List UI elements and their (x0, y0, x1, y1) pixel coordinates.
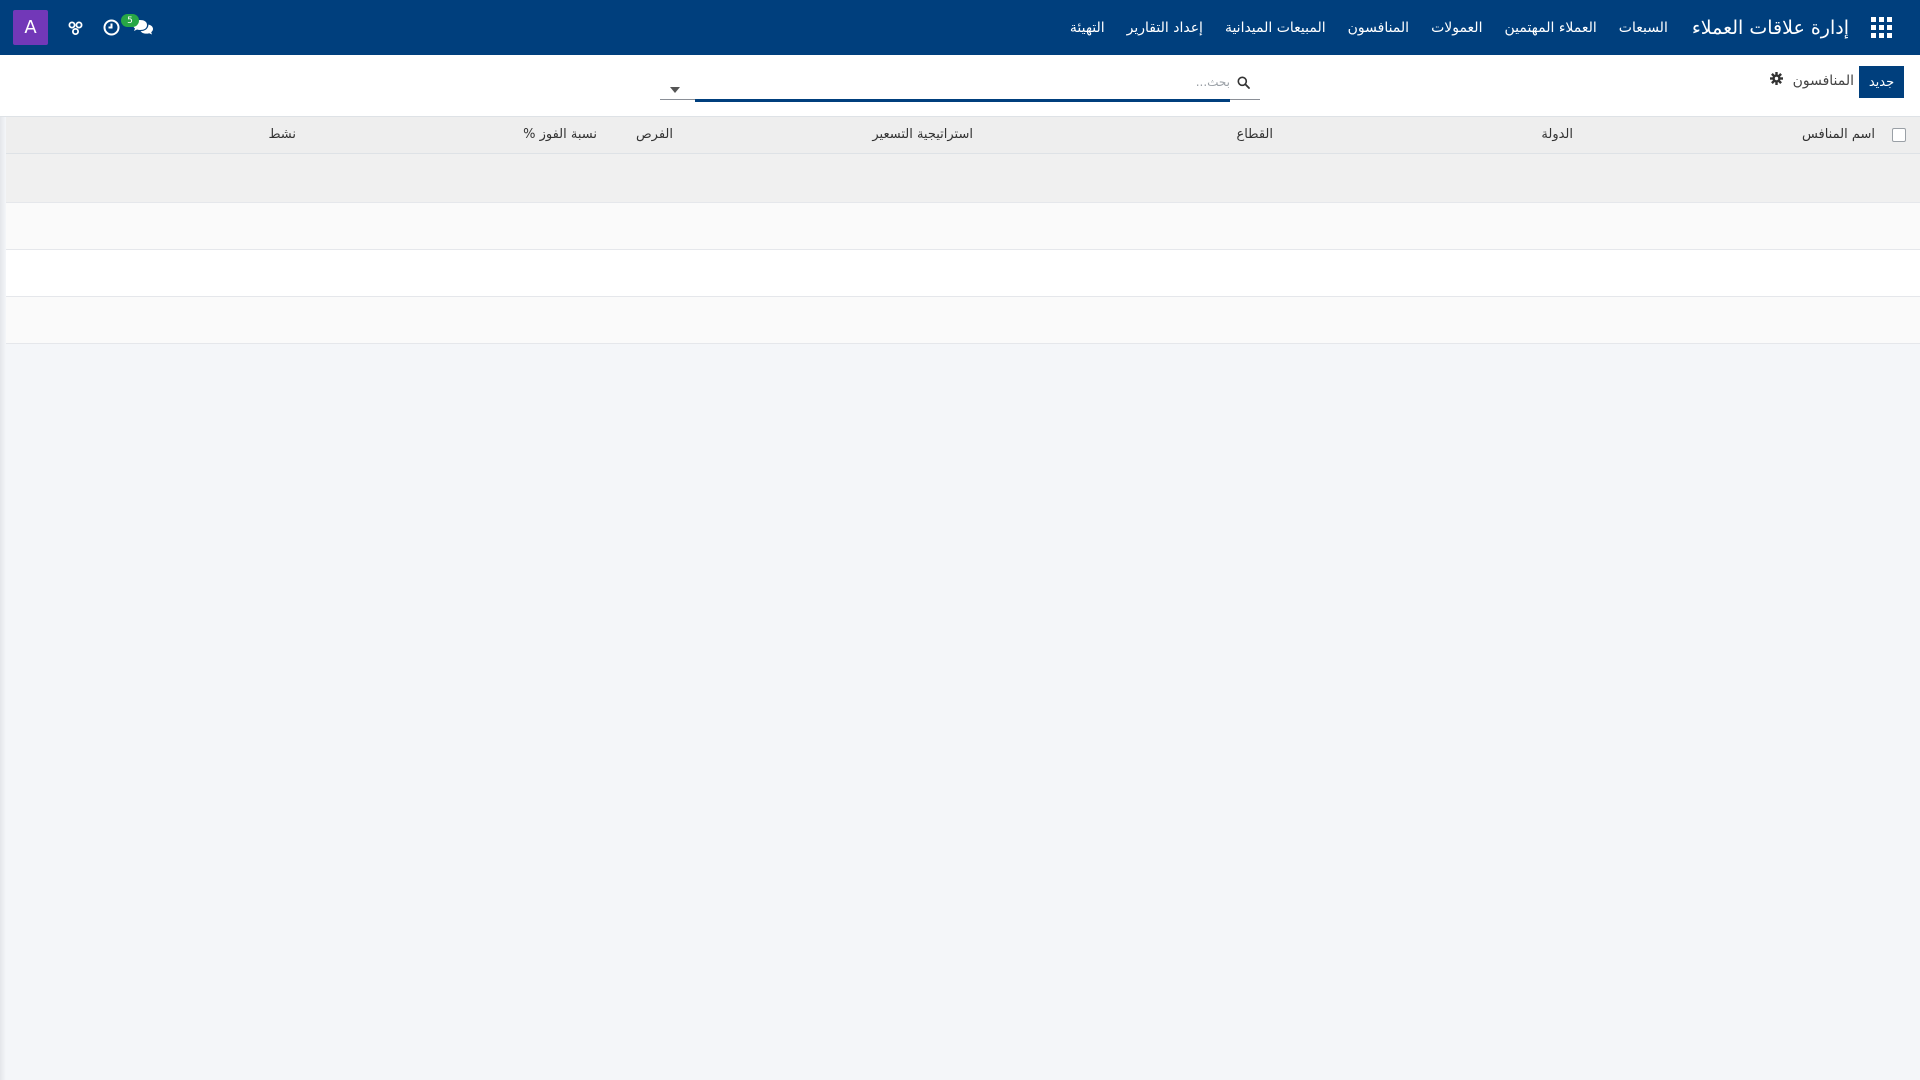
column-header-sector[interactable]: القطاع (1236, 127, 1273, 142)
table-row[interactable] (0, 250, 1920, 297)
top-navbar: إدارة علاقات العملاء السبعات العملاء الم… (0, 0, 1920, 55)
table-row[interactable] (0, 297, 1920, 344)
left-edge-shadow (0, 117, 6, 1080)
apps-menu-icon[interactable] (1871, 17, 1892, 38)
table-header: اسم المنافس الدولة القطاع استراتيجية الت… (0, 117, 1920, 154)
column-header-opportunities[interactable]: الفرص (636, 127, 673, 142)
clock-icon[interactable] (103, 19, 120, 36)
gear-icon[interactable] (1769, 72, 1783, 89)
app-brand[interactable]: إدارة علاقات العملاء (1692, 17, 1849, 39)
menu-item-competitors[interactable]: المنافسون (1348, 20, 1409, 36)
main-menu: السبعات العملاء المهتمين العمولات المناف… (1048, 20, 1668, 36)
column-header-active[interactable]: نشط (268, 127, 296, 142)
chevron-down-icon[interactable] (670, 78, 680, 97)
breadcrumb-title: المنافسون (1792, 72, 1854, 89)
search-icon[interactable] (1237, 74, 1250, 93)
user-avatar[interactable]: A (13, 10, 48, 45)
menu-item-field-sales[interactable]: المبيعات الميدانية (1225, 20, 1326, 36)
search-focus-underline (695, 99, 1230, 102)
menu-item-leads[interactable]: العملاء المهتمين (1504, 20, 1596, 36)
search-bar (660, 65, 1260, 102)
breadcrumb: المنافسون (1769, 72, 1854, 89)
chat-count-badge: 5 (121, 14, 139, 27)
menu-item-commissions[interactable]: العمولات (1431, 20, 1482, 36)
table-row[interactable] (0, 154, 1920, 203)
new-button[interactable]: جديد (1859, 66, 1904, 98)
share-icon[interactable] (68, 21, 83, 35)
column-header-competitor-name[interactable]: اسم المنافس (1802, 127, 1875, 142)
search-input[interactable] (695, 71, 1230, 93)
table-row[interactable] (0, 203, 1920, 250)
control-panel: جديد المنافسون (0, 55, 1920, 117)
column-header-country[interactable]: الدولة (1541, 127, 1573, 142)
select-all-checkbox[interactable] (1892, 128, 1906, 142)
column-header-win-rate[interactable]: نسبة الفوز % (523, 127, 597, 142)
menu-item-configuration[interactable]: التهيئة (1070, 20, 1105, 36)
competitors-table: اسم المنافس الدولة القطاع استراتيجية الت… (0, 117, 1920, 344)
column-header-pricing-strategy[interactable]: استراتيجية التسعير (872, 127, 973, 142)
menu-item-reporting[interactable]: إعداد التقارير (1127, 20, 1203, 36)
menu-item-sales[interactable]: السبعات (1619, 20, 1668, 36)
